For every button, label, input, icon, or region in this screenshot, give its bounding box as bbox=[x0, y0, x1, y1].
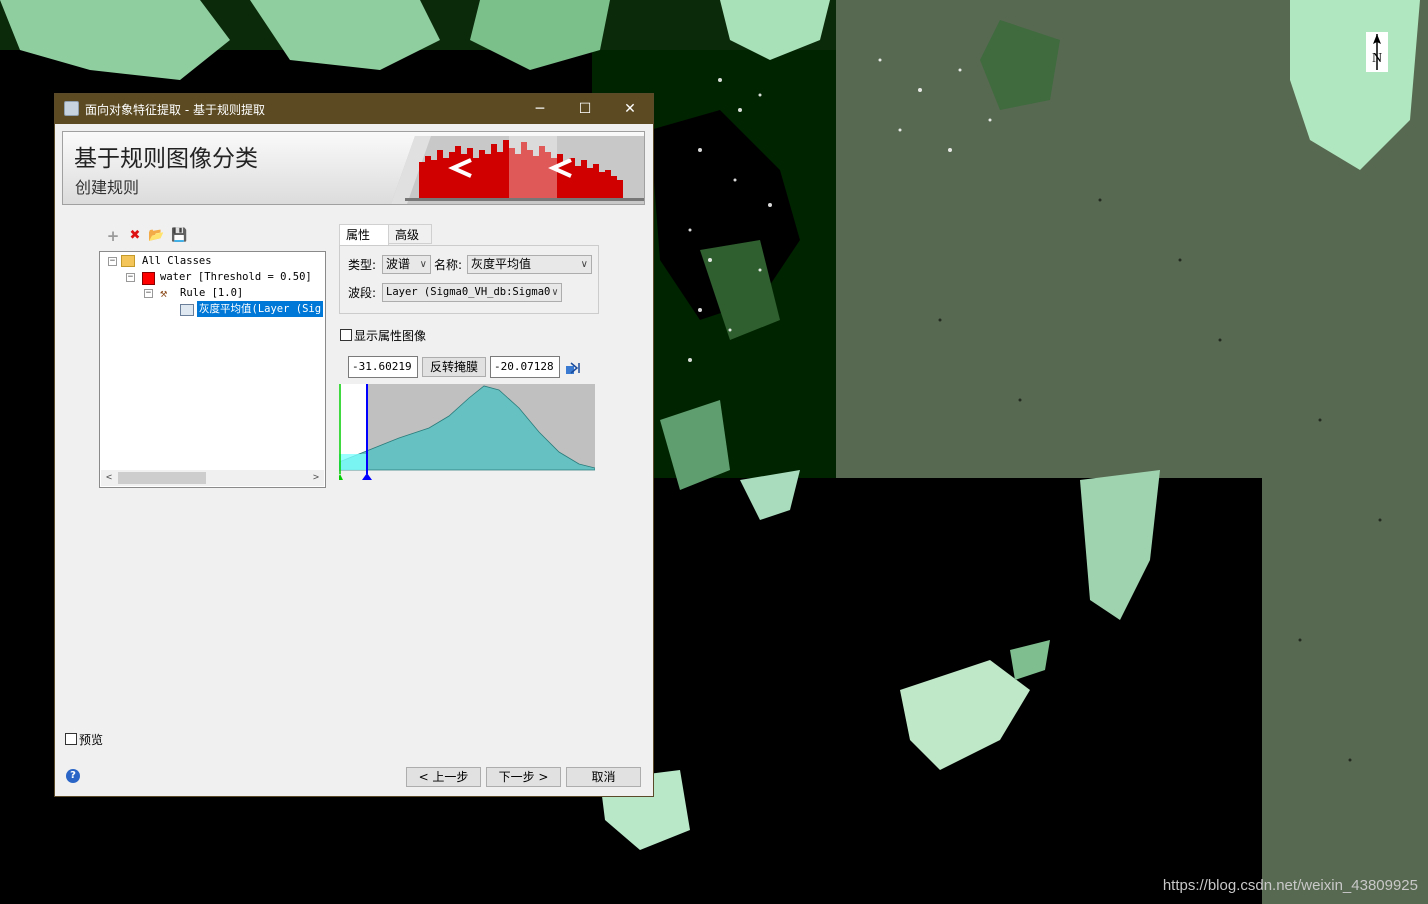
scroll-thumb[interactable] bbox=[118, 472, 206, 484]
save-icon[interactable]: 💾 bbox=[171, 228, 187, 244]
attribute-icon bbox=[180, 304, 194, 316]
header-banner: 基于规则图像分类 创建规则 bbox=[62, 131, 645, 205]
banner-histogram-graphic bbox=[391, 136, 644, 204]
banner-title: 基于规则图像分类 bbox=[74, 146, 258, 172]
add-icon[interactable]: + bbox=[105, 228, 121, 244]
rule-tree[interactable]: − All Classes − water [Threshold = 0.50]… bbox=[99, 251, 326, 488]
name-dropdown[interactable]: 灰度平均值 ∨ bbox=[467, 255, 592, 274]
north-arrow-icon: N bbox=[1366, 32, 1388, 72]
chevron-down-icon: ∨ bbox=[549, 284, 558, 301]
show-attribute-image-label: 显示属性图像 bbox=[354, 329, 427, 343]
class-color-swatch bbox=[142, 272, 155, 285]
help-icon[interactable]: ? bbox=[66, 769, 80, 783]
scroll-right-button[interactable]: > bbox=[308, 470, 324, 486]
range-reset-icon[interactable] bbox=[565, 360, 581, 374]
banner-subtitle: 创建规则 bbox=[75, 178, 140, 197]
preview-checkbox[interactable] bbox=[65, 733, 77, 745]
tree-node-attribute[interactable]: 灰度平均值(Layer (Sig bbox=[197, 301, 324, 317]
close-button[interactable]: ✕ bbox=[607, 94, 653, 124]
back-button[interactable]: < 上一步 bbox=[406, 767, 481, 787]
cancel-button[interactable]: 取消 bbox=[566, 767, 641, 787]
attribute-histogram[interactable] bbox=[339, 384, 595, 481]
title-bar[interactable]: 面向对象特征提取 - 基于规则提取 ─ ☐ ✕ bbox=[55, 94, 653, 124]
preview-label: 预览 bbox=[79, 733, 104, 747]
tree-node-water-class[interactable]: water [Threshold = 0.50] bbox=[160, 269, 312, 285]
tree-horizontal-scrollbar[interactable]: < > bbox=[101, 470, 324, 486]
chevron-down-icon: ∨ bbox=[580, 259, 588, 270]
delete-icon[interactable]: ✖ bbox=[127, 228, 143, 244]
threshold-max-field[interactable]: -20.07128 bbox=[490, 356, 560, 378]
type-label: 类型: bbox=[348, 258, 377, 272]
rule-based-extraction-dialog: 面向对象特征提取 - 基于规则提取 ─ ☐ ✕ 基于规则图像分类 创建规则 + … bbox=[54, 93, 654, 797]
north-arrow-label: N bbox=[1372, 51, 1382, 66]
properties-panel: 类型: 波谱 ∨ 名称: 灰度平均值 ∨ 波段: Layer (Sigma0_V… bbox=[339, 245, 599, 314]
chevron-down-icon: ∨ bbox=[419, 259, 427, 270]
name-dropdown-value: 灰度平均值 bbox=[471, 257, 532, 271]
band-dropdown-value: Layer (Sigma0_VH_db:Sigma0 bbox=[386, 286, 551, 298]
scroll-left-button[interactable]: < bbox=[101, 470, 117, 486]
name-label: 名称: bbox=[434, 258, 463, 272]
next-button[interactable]: 下一步 > bbox=[486, 767, 561, 787]
maximize-button[interactable]: ☐ bbox=[562, 94, 608, 124]
collapse-all-classes[interactable]: − bbox=[108, 257, 117, 266]
threshold-min-field[interactable]: -31.60219 bbox=[348, 356, 418, 378]
invert-mask-button[interactable]: 反转掩膜 bbox=[422, 357, 486, 377]
band-dropdown[interactable]: Layer (Sigma0_VH_db:Sigma0 ∨ bbox=[382, 283, 562, 302]
collapse-water-class[interactable]: − bbox=[126, 273, 135, 282]
app-icon bbox=[64, 101, 79, 116]
watermark-text: https://blog.csdn.net/weixin_43809925 bbox=[1162, 877, 1418, 894]
collapse-rule[interactable]: − bbox=[144, 289, 153, 298]
type-dropdown[interactable]: 波谱 ∨ bbox=[382, 255, 431, 274]
type-dropdown-value: 波谱 bbox=[386, 257, 411, 271]
folder-icon bbox=[121, 255, 135, 267]
band-label: 波段: bbox=[348, 286, 377, 300]
open-folder-icon[interactable]: 📂 bbox=[148, 228, 164, 244]
window-title: 面向对象特征提取 - 基于规则提取 bbox=[85, 103, 265, 117]
tree-node-rule[interactable]: Rule [1.0] bbox=[180, 285, 243, 301]
tab-advanced[interactable]: 高级 bbox=[388, 224, 432, 244]
minimize-button[interactable]: ─ bbox=[517, 94, 563, 124]
rule-hammer-icon: ⚒ bbox=[160, 286, 168, 300]
show-attribute-image-checkbox[interactable] bbox=[340, 329, 352, 341]
tab-properties[interactable]: 属性 bbox=[339, 224, 389, 246]
tree-node-all-classes[interactable]: All Classes bbox=[142, 253, 212, 269]
